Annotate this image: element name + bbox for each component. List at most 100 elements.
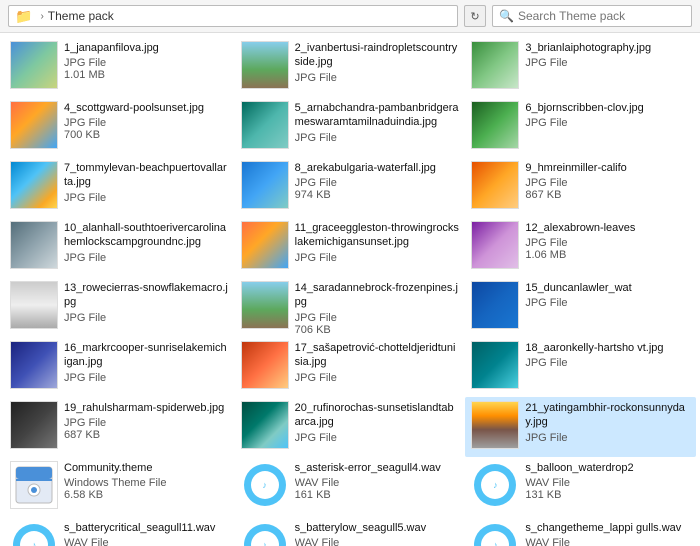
search-input[interactable] bbox=[518, 9, 678, 23]
list-item[interactable]: 18_aaronkelly-hartsho vt.jpg JPG File bbox=[465, 337, 696, 397]
list-item[interactable]: Community.theme Windows Theme File 6.58 … bbox=[4, 457, 235, 517]
file-info: 1_janapanfilova.jpg JPG File 1.01 MB bbox=[64, 41, 229, 81]
list-item[interactable]: 21_yatingambhir-rockonsunnyday.jpg JPG F… bbox=[465, 397, 696, 457]
file-type: JPG File bbox=[64, 312, 229, 324]
list-item[interactable]: 13_rowecierras-snowflakemacro.jpg JPG Fi… bbox=[4, 277, 235, 337]
file-info: 7_tommylevan-beachpuertovallarta.jpg JPG… bbox=[64, 161, 229, 204]
list-item[interactable]: ♪ s_asterisk-error_seagull4.wav WAV File… bbox=[235, 457, 466, 517]
file-name: 6_bjornscribben-clov.jpg bbox=[525, 101, 690, 115]
file-type: JPG File bbox=[525, 177, 690, 189]
thumbnail bbox=[241, 341, 289, 389]
list-item[interactable]: 20_rufinorochas-sunsetislandtabarca.jpg … bbox=[235, 397, 466, 457]
file-name: 16_markrcooper-sunriselakemichigan.jpg bbox=[64, 341, 229, 370]
thumbnail bbox=[10, 161, 58, 209]
list-item[interactable]: ♪ s_batterycritical_seagull11.wav WAV Fi… bbox=[4, 517, 235, 546]
file-type: JPG File bbox=[525, 432, 690, 444]
file-info: 15_duncanlawler_wat JPG File bbox=[525, 281, 690, 309]
list-item[interactable]: 17_sašapetrović-chotteldjeridtunisia.jpg… bbox=[235, 337, 466, 397]
thumbnail bbox=[471, 341, 519, 389]
file-type: JPG File bbox=[64, 192, 229, 204]
list-item[interactable]: 14_saradannebrock-frozenpines.jpg JPG Fi… bbox=[235, 277, 466, 337]
file-type: JPG File bbox=[64, 417, 229, 429]
list-item[interactable]: 6_bjornscribben-clov.jpg JPG File bbox=[465, 97, 696, 157]
file-info: s_batterycritical_seagull11.wav WAV File… bbox=[64, 521, 229, 546]
file-type: JPG File bbox=[295, 132, 460, 144]
file-type: JPG File bbox=[525, 297, 690, 309]
file-info: 14_saradannebrock-frozenpines.jpg JPG Fi… bbox=[295, 281, 460, 336]
file-info: 20_rufinorochas-sunsetislandtabarca.jpg … bbox=[295, 401, 460, 444]
file-info: 12_alexabrown-leaves JPG File 1.06 MB bbox=[525, 221, 690, 261]
refresh-button[interactable]: ↻ bbox=[464, 5, 486, 27]
file-type: WAV File bbox=[64, 537, 229, 546]
file-name: 1_janapanfilova.jpg bbox=[64, 41, 229, 55]
file-type: JPG File bbox=[295, 372, 460, 384]
thumbnail bbox=[471, 161, 519, 209]
wav-icon: ♪ bbox=[10, 521, 58, 546]
file-type: JPG File bbox=[64, 252, 229, 264]
file-info: s_changetheme_lappi gulls.wav WAV File bbox=[525, 521, 690, 546]
list-item[interactable]: 15_duncanlawler_wat JPG File bbox=[465, 277, 696, 337]
list-item[interactable]: 3_brianlaiphotography.jpg JPG File bbox=[465, 37, 696, 97]
list-item[interactable]: ♪ s_balloon_waterdrop2 WAV File 131 KB bbox=[465, 457, 696, 517]
list-item[interactable]: 4_scottgward-poolsunset.jpg JPG File 700… bbox=[4, 97, 235, 157]
list-item[interactable]: 7_tommylevan-beachpuertovallarta.jpg JPG… bbox=[4, 157, 235, 217]
wav-icon: ♪ bbox=[241, 461, 289, 509]
file-name: s_asterisk-error_seagull4.wav bbox=[295, 461, 460, 475]
list-item[interactable]: 19_rahulsharmam-spiderweb.jpg JPG File 6… bbox=[4, 397, 235, 457]
list-item[interactable]: 5_arnabchandra-pambanbridgerameswaramtam… bbox=[235, 97, 466, 157]
file-info: 17_sašapetrović-chotteldjeridtunisia.jpg… bbox=[295, 341, 460, 384]
file-type: JPG File bbox=[525, 117, 690, 129]
list-item[interactable]: 8_arekabulgaria-waterfall.jpg JPG File 9… bbox=[235, 157, 466, 217]
file-grid: 1_janapanfilova.jpg JPG File 1.01 MB 2_i… bbox=[0, 33, 700, 546]
list-item[interactable]: 10_alanhall-southtoerivercarolinahemlock… bbox=[4, 217, 235, 277]
list-item[interactable]: ♪ s_changetheme_lappi gulls.wav WAV File bbox=[465, 517, 696, 546]
file-info: s_asterisk-error_seagull4.wav WAV File 1… bbox=[295, 461, 460, 501]
file-type: JPG File bbox=[525, 57, 690, 69]
thumbnail bbox=[10, 281, 58, 329]
file-name: 17_sašapetrović-chotteldjeridtunisia.jpg bbox=[295, 341, 460, 370]
file-name: 11_graceeggleston-throwingrockslakemichi… bbox=[295, 221, 460, 250]
file-type: WAV File bbox=[525, 477, 690, 489]
thumbnail bbox=[10, 341, 58, 389]
file-name: s_changetheme_lappi gulls.wav bbox=[525, 521, 690, 535]
breadcrumb-separator: › bbox=[40, 11, 43, 22]
thumbnail bbox=[471, 281, 519, 329]
file-info: 4_scottgward-poolsunset.jpg JPG File 700… bbox=[64, 101, 229, 141]
list-item[interactable]: 2_ivanbertusi-raindropletscountryside.jp… bbox=[235, 37, 466, 97]
search-box[interactable]: 🔍 bbox=[492, 5, 692, 27]
file-name: 7_tommylevan-beachpuertovallarta.jpg bbox=[64, 161, 229, 190]
file-name: 18_aaronkelly-hartsho vt.jpg bbox=[525, 341, 690, 355]
wav-icon: ♪ bbox=[471, 461, 519, 509]
list-item[interactable]: 12_alexabrown-leaves JPG File 1.06 MB bbox=[465, 217, 696, 277]
folder-icon: 📁 bbox=[15, 8, 32, 25]
list-item[interactable]: 11_graceeggleston-throwingrockslakemichi… bbox=[235, 217, 466, 277]
thumbnail bbox=[471, 101, 519, 149]
file-name: 8_arekabulgaria-waterfall.jpg bbox=[295, 161, 460, 175]
file-size: 700 KB bbox=[64, 129, 229, 141]
list-item[interactable]: 1_janapanfilova.jpg JPG File 1.01 MB bbox=[4, 37, 235, 97]
list-item[interactable]: 9_hmreinmiller-califo JPG File 867 KB bbox=[465, 157, 696, 217]
file-name: s_batterylow_seagull5.wav bbox=[295, 521, 460, 535]
file-type: JPG File bbox=[295, 177, 460, 189]
refresh-icon: ↻ bbox=[470, 10, 479, 23]
breadcrumb[interactable]: 📁 › Theme pack bbox=[8, 5, 458, 27]
file-type: JPG File bbox=[525, 357, 690, 369]
file-info: 10_alanhall-southtoerivercarolinahemlock… bbox=[64, 221, 229, 264]
file-size: 867 KB bbox=[525, 189, 690, 201]
file-name: 15_duncanlawler_wat bbox=[525, 281, 690, 295]
file-type: WAV File bbox=[295, 537, 460, 546]
file-name: s_batterycritical_seagull11.wav bbox=[64, 521, 229, 535]
file-name: Community.theme bbox=[64, 461, 229, 475]
file-size: 161 KB bbox=[295, 489, 460, 501]
thumbnail bbox=[10, 41, 58, 89]
file-type: JPG File bbox=[295, 312, 460, 324]
list-item[interactable]: ♪ s_batterylow_seagull5.wav WAV File 216… bbox=[235, 517, 466, 546]
list-item[interactable]: 16_markrcooper-sunriselakemichigan.jpg J… bbox=[4, 337, 235, 397]
file-name: 19_rahulsharmam-spiderweb.jpg bbox=[64, 401, 229, 415]
file-info: 21_yatingambhir-rockonsunnyday.jpg JPG F… bbox=[525, 401, 690, 444]
file-info: 2_ivanbertusi-raindropletscountryside.jp… bbox=[295, 41, 460, 84]
thumbnail bbox=[471, 41, 519, 89]
thumbnail bbox=[241, 161, 289, 209]
file-type: WAV File bbox=[525, 537, 690, 546]
file-name: 3_brianlaiphotography.jpg bbox=[525, 41, 690, 55]
